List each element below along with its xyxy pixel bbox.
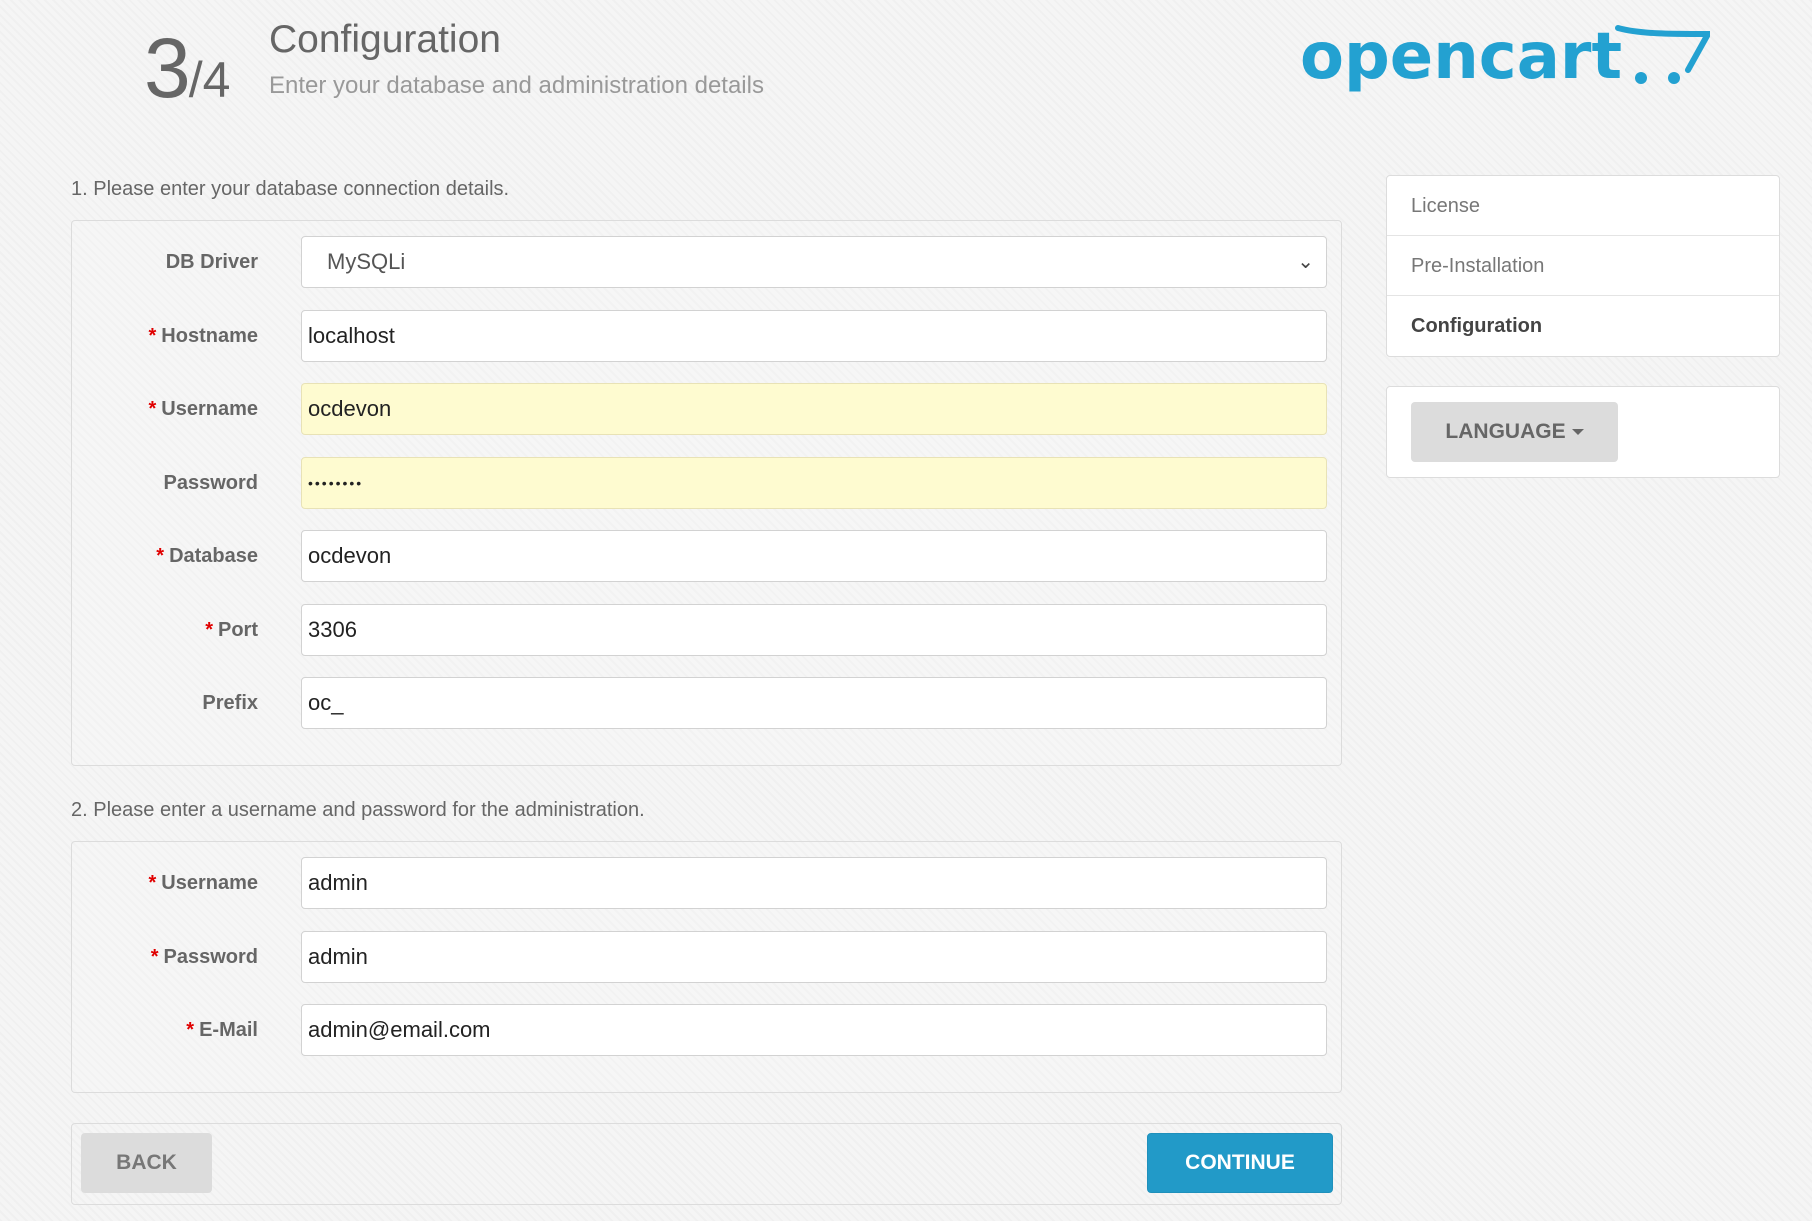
admin-panel: * Username admin * Password admin * E-Mail … [71,841,1342,1093]
sidebar-item-license[interactable]: License [1387,176,1779,236]
db-username-input[interactable]: ocdevon [301,383,1327,435]
sidebar-item-configuration[interactable]: Configuration [1387,296,1779,356]
step-current: 3 [144,21,191,115]
page-header: 3/4 Configuration Enter your database an… [0,0,1812,150]
admin-email-row: * E-Mail admin@email.com [72,1004,1341,1056]
port-label: * Port [205,619,258,641]
language-label: LANGUAGE [1445,420,1566,443]
database-row: * Database ocdevon [72,530,1341,582]
prefix-label: Prefix [202,692,258,714]
db-password-input[interactable]: •••••••• [301,457,1327,509]
sidebar-item-pre-installation[interactable]: Pre-Installation [1387,236,1779,296]
logo-text: opencart [1300,20,1622,94]
admin-password-label: * Password [150,946,258,968]
language-box: LANGUAGE [1386,386,1780,478]
caret-down-icon [1571,429,1584,436]
db-driver-row: DB Driver MySQLi ⌄ [72,236,1341,288]
port-input[interactable]: 3306 [301,604,1327,656]
database-input[interactable]: ocdevon [301,530,1327,582]
continue-button[interactable]: CONTINUE [1147,1133,1333,1193]
page-subtitle: Enter your database and administration d… [269,72,764,99]
hostname-input[interactable]: localhost [301,310,1327,362]
logo-wheel-left [1635,72,1647,84]
logo-cart-icon [1615,25,1710,73]
prefix-input[interactable]: oc_ [301,677,1327,729]
db-password-row: Password •••••••• [72,457,1341,509]
port-row: * Port 3306 [72,604,1341,656]
step-indicator: 3/4 [144,20,230,128]
opencart-logo: opencart [1300,20,1710,94]
chevron-down-icon: ⌄ [1297,251,1314,273]
db-username-row: * Username ocdevon [72,383,1341,435]
prefix-row: Prefix oc_ [72,677,1341,729]
db-driver-label: DB Driver [165,251,258,273]
db-panel: DB Driver MySQLi ⌄ * Hostname localhost *… [71,220,1342,766]
admin-section-heading: 2. Please enter a username and password … [71,799,645,821]
hostname-row: * Hostname localhost [72,310,1341,362]
db-password-label: Password [163,472,258,494]
page-title: Configuration [269,18,501,61]
db-section-heading: 1. Please enter your database connection… [71,178,510,200]
admin-password-input[interactable]: admin [301,931,1327,983]
db-driver-select[interactable]: MySQLi ⌄ [301,236,1327,288]
admin-username-row: * Username admin [72,857,1341,909]
admin-email-input[interactable]: admin@email.com [301,1004,1327,1056]
admin-username-input[interactable]: admin [301,857,1327,909]
button-bar: BACK CONTINUE [71,1123,1342,1205]
db-username-label: * Username [148,398,258,420]
logo-wheel-right [1668,72,1680,84]
admin-password-row: * Password admin [72,931,1341,983]
steps-sidebar: License Pre-Installation Configuration [1386,175,1780,357]
admin-email-label: * E-Mail [186,1019,258,1041]
hostname-label: * Hostname [148,325,259,347]
back-button[interactable]: BACK [81,1133,212,1193]
admin-username-label: * Username [148,872,258,894]
step-total: /4 [188,52,231,108]
database-label: * Database [156,545,258,567]
language-dropdown-button[interactable]: LANGUAGE [1411,402,1618,462]
